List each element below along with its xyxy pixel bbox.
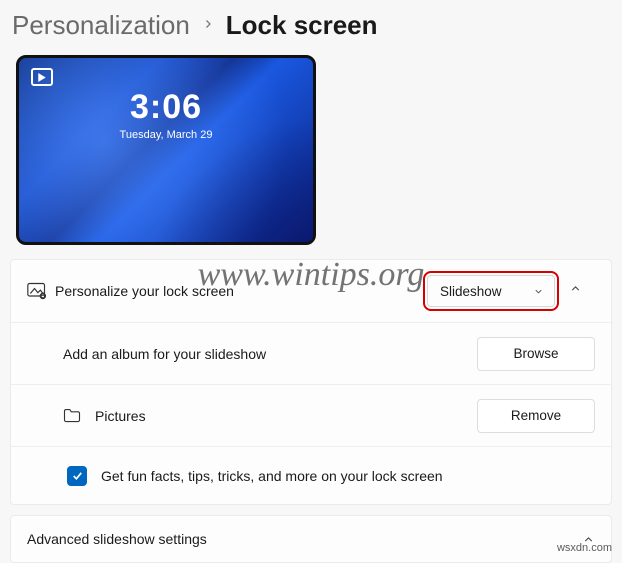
lock-screen-preview[interactable]: 3:06 Tuesday, March 29 bbox=[16, 55, 316, 245]
add-album-label: Add an album for your slideshow bbox=[63, 346, 477, 362]
preview-date: Tuesday, March 29 bbox=[19, 129, 313, 141]
collapse-button[interactable] bbox=[555, 282, 595, 300]
personalize-select-value: Slideshow bbox=[440, 284, 502, 299]
personalize-row[interactable]: Personalize your lock screen Slideshow bbox=[11, 260, 611, 322]
advanced-settings-label: Advanced slideshow settings bbox=[27, 531, 582, 547]
breadcrumb-parent[interactable]: Personalization bbox=[12, 10, 190, 41]
preview-time: 3:06 bbox=[19, 88, 313, 127]
chevron-up-icon bbox=[582, 533, 595, 546]
advanced-settings-row[interactable]: Advanced slideshow settings bbox=[10, 515, 612, 563]
pictures-folder-label: Pictures bbox=[95, 408, 477, 424]
chevron-right-icon bbox=[202, 17, 214, 35]
remove-button[interactable]: Remove bbox=[477, 399, 595, 433]
browse-button[interactable]: Browse bbox=[477, 337, 595, 371]
add-album-row: Add an album for your slideshow Browse bbox=[11, 322, 611, 384]
breadcrumb: Personalization Lock screen bbox=[6, 0, 616, 47]
chevron-up-icon bbox=[569, 282, 582, 295]
folder-icon bbox=[63, 408, 95, 423]
picture-lock-icon bbox=[27, 282, 55, 300]
personalize-card: Personalize your lock screen Slideshow A… bbox=[10, 259, 612, 505]
chevron-down-icon bbox=[533, 286, 544, 297]
fun-facts-label: Get fun facts, tips, tricks, and more on… bbox=[101, 468, 595, 484]
slideshow-play-icon bbox=[31, 68, 53, 86]
page-title: Lock screen bbox=[226, 10, 378, 41]
pictures-folder-row: Pictures Remove bbox=[11, 384, 611, 446]
checkmark-icon bbox=[71, 469, 84, 482]
fun-facts-row[interactable]: Get fun facts, tips, tricks, and more on… bbox=[11, 446, 611, 504]
fun-facts-checkbox[interactable] bbox=[67, 466, 87, 486]
personalize-select[interactable]: Slideshow bbox=[427, 275, 555, 307]
personalize-label: Personalize your lock screen bbox=[55, 283, 427, 299]
